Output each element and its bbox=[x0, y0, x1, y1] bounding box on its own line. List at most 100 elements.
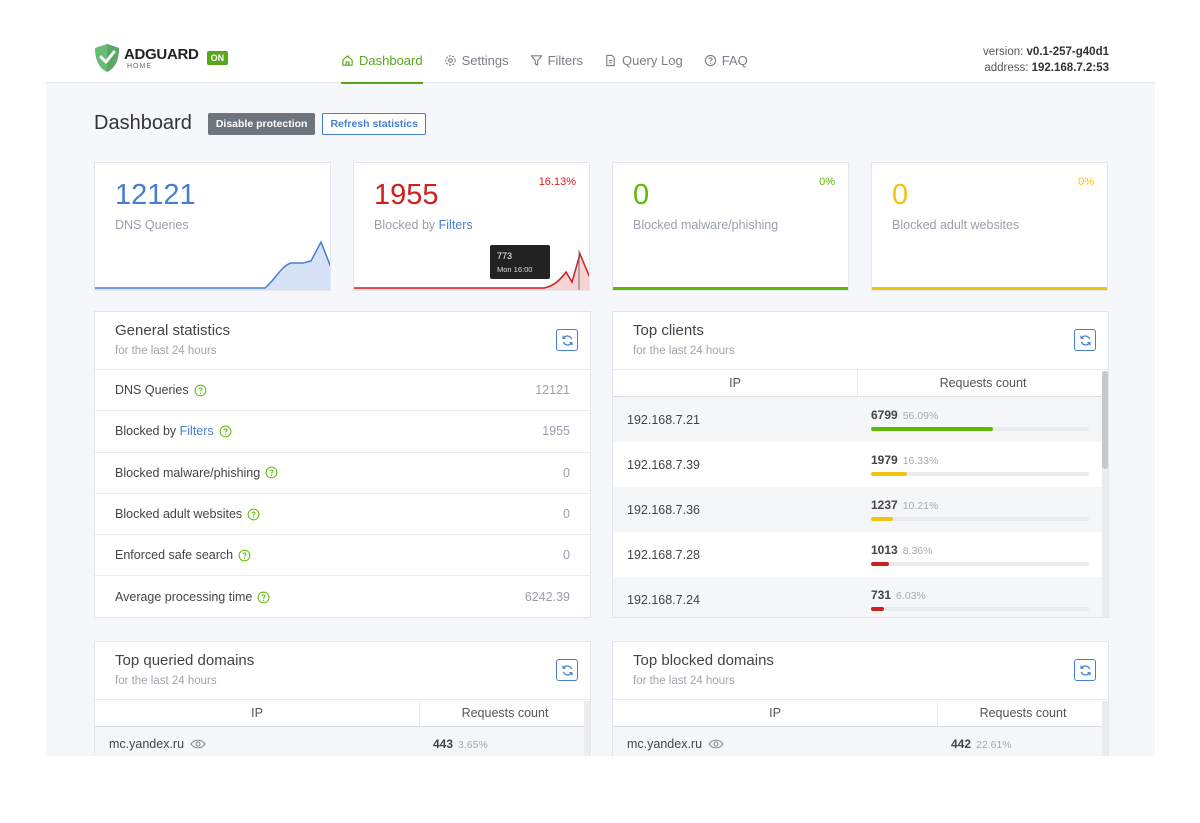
help-icon[interactable] bbox=[247, 508, 260, 521]
nav-settings[interactable]: Settings bbox=[444, 38, 509, 83]
version-label: version: bbox=[983, 46, 1024, 58]
stat-row-value: 0 bbox=[563, 465, 570, 480]
stat-value: 12121 bbox=[115, 179, 196, 211]
panel-header: Top blocked domains for the last 24 hour… bbox=[613, 642, 1108, 700]
table-header: IP Requests count bbox=[95, 700, 590, 727]
top-blocked-domains-panel: Top blocked domains for the last 24 hour… bbox=[612, 641, 1109, 756]
client-ip: 192.168.7.36 bbox=[627, 502, 700, 517]
refresh-button[interactable] bbox=[1074, 659, 1096, 681]
help-circle-icon bbox=[704, 54, 716, 67]
domain-name: mc.yandex.ru bbox=[109, 737, 185, 751]
help-icon[interactable] bbox=[257, 591, 270, 604]
table-scrollbar[interactable] bbox=[584, 701, 590, 756]
nav-dashboard[interactable]: Dashboard bbox=[341, 38, 423, 84]
request-count: 1237 bbox=[871, 498, 898, 512]
page-title: Dashboard bbox=[94, 112, 192, 134]
panel-title: General statistics bbox=[115, 322, 231, 339]
refresh-button[interactable] bbox=[1074, 329, 1096, 351]
stat-row-value: 12121 bbox=[535, 383, 570, 398]
tooltip-value: 773 bbox=[497, 251, 513, 261]
stat-row: Blocked adult websites 0 bbox=[95, 494, 590, 536]
address-value: 192.168.7.2:53 bbox=[1031, 62, 1109, 74]
request-count: 443 bbox=[433, 737, 454, 751]
filters-link[interactable]: Filters bbox=[180, 424, 214, 438]
help-icon[interactable] bbox=[219, 425, 232, 438]
request-percent: 6.03% bbox=[896, 590, 926, 602]
help-icon[interactable] bbox=[194, 384, 207, 397]
table-scrollbar[interactable] bbox=[1102, 701, 1108, 756]
stat-value: 1955 bbox=[374, 179, 439, 211]
column-header-ip[interactable]: IP bbox=[613, 370, 858, 396]
nav-filters[interactable]: Filters bbox=[530, 38, 583, 83]
version-info: version: v0.1-257-g40d1 address: 192.168… bbox=[983, 44, 1109, 76]
general-statistics-panel: General statistics for the last 24 hours… bbox=[94, 311, 591, 618]
help-icon[interactable] bbox=[238, 549, 251, 562]
sparkline-chart bbox=[95, 240, 330, 290]
nav-filters-label: Filters bbox=[547, 53, 583, 68]
app-window: ADGUARD HOME ON Dashboard Settings Filte… bbox=[46, 38, 1155, 756]
stat-row: Average processing time 6242.39 bbox=[95, 576, 590, 617]
logo[interactable]: ADGUARD HOME ON bbox=[94, 43, 229, 73]
stat-row-value: 6242.39 bbox=[524, 590, 570, 605]
stat-percent: 0% bbox=[1078, 176, 1094, 188]
refresh-icon bbox=[561, 334, 573, 346]
domain-name: mc.yandex.ru bbox=[627, 737, 703, 751]
nav-query-log[interactable]: Query Log bbox=[604, 38, 683, 83]
panel-title: Top queried domains bbox=[115, 652, 255, 669]
stat-card-dns-queries: 12121 DNS Queries bbox=[94, 162, 331, 291]
scrollbar-thumb[interactable] bbox=[1102, 371, 1108, 469]
stat-percent: 16.13% bbox=[538, 176, 576, 188]
stat-label: Blocked adult websites bbox=[892, 218, 1020, 232]
disable-protection-button[interactable]: Disable protection bbox=[207, 112, 316, 135]
table-row: 192.168.7.39 1979 16.33% bbox=[613, 442, 1108, 487]
eye-icon[interactable] bbox=[708, 738, 724, 750]
column-header-requests[interactable]: Requests count bbox=[858, 370, 1108, 396]
stat-row-label: Blocked adult websites bbox=[115, 507, 243, 522]
table-row: mc.yandex.ru 443 3.65% bbox=[95, 727, 590, 756]
client-ip: 192.168.7.21 bbox=[627, 412, 700, 427]
stat-value: 0 bbox=[892, 179, 909, 211]
document-icon bbox=[606, 54, 615, 67]
request-percent: 16.33% bbox=[902, 455, 939, 467]
refresh-button[interactable] bbox=[556, 659, 578, 681]
stat-value: 0 bbox=[633, 179, 650, 211]
eye-icon[interactable] bbox=[190, 738, 206, 750]
help-icon[interactable] bbox=[265, 466, 278, 479]
tooltip-time: Mon 16:00 bbox=[497, 265, 533, 274]
table-row: mc.yandex.ru 442 22.61% bbox=[613, 727, 1108, 756]
panel-header: General statistics for the last 24 hours bbox=[95, 312, 590, 370]
nav-faq[interactable]: FAQ bbox=[704, 38, 748, 83]
stat-row-value: 1955 bbox=[542, 424, 570, 439]
table-header: IP Requests count bbox=[613, 370, 1108, 397]
chart-tooltip: 773 Mon 16:00 bbox=[490, 245, 550, 279]
stat-row-label: Enforced safe search bbox=[115, 548, 234, 563]
table-header: IP Requests count bbox=[613, 700, 1108, 727]
stat-percent: 0% bbox=[819, 176, 835, 188]
stat-row: Enforced safe search 0 bbox=[95, 535, 590, 577]
column-header-ip[interactable]: IP bbox=[95, 700, 420, 726]
stat-row: DNS Queries 12121 bbox=[95, 370, 590, 412]
progress-bar bbox=[871, 562, 1089, 566]
column-header-ip[interactable]: IP bbox=[613, 700, 938, 726]
page-header: Dashboard Disable protection Refresh sta… bbox=[94, 112, 426, 135]
table-scrollbar[interactable] bbox=[1102, 371, 1108, 617]
nav-faq-label: FAQ bbox=[721, 53, 748, 68]
protection-status-badge: ON bbox=[206, 51, 229, 65]
address-label: address: bbox=[984, 62, 1029, 74]
progress-bar bbox=[871, 607, 1089, 611]
sparkline-chart bbox=[354, 250, 589, 290]
column-header-requests[interactable]: Requests count bbox=[420, 700, 590, 726]
request-percent: 56.09% bbox=[902, 410, 939, 422]
sparkline-baseline bbox=[872, 287, 1107, 290]
client-ip: 192.168.7.24 bbox=[627, 592, 700, 607]
request-percent: 3.65% bbox=[458, 739, 488, 751]
column-header-requests[interactable]: Requests count bbox=[938, 700, 1108, 726]
refresh-button[interactable] bbox=[556, 329, 578, 351]
progress-bar bbox=[871, 517, 1089, 521]
table-row: 192.168.7.36 1237 10.21% bbox=[613, 487, 1108, 532]
gear-icon bbox=[444, 55, 456, 66]
panel-header: Top queried domains for the last 24 hour… bbox=[95, 642, 590, 700]
progress-bar-fill bbox=[871, 427, 994, 431]
stat-row-label: Average processing time bbox=[115, 590, 253, 605]
refresh-statistics-button[interactable]: Refresh statistics bbox=[322, 112, 426, 135]
